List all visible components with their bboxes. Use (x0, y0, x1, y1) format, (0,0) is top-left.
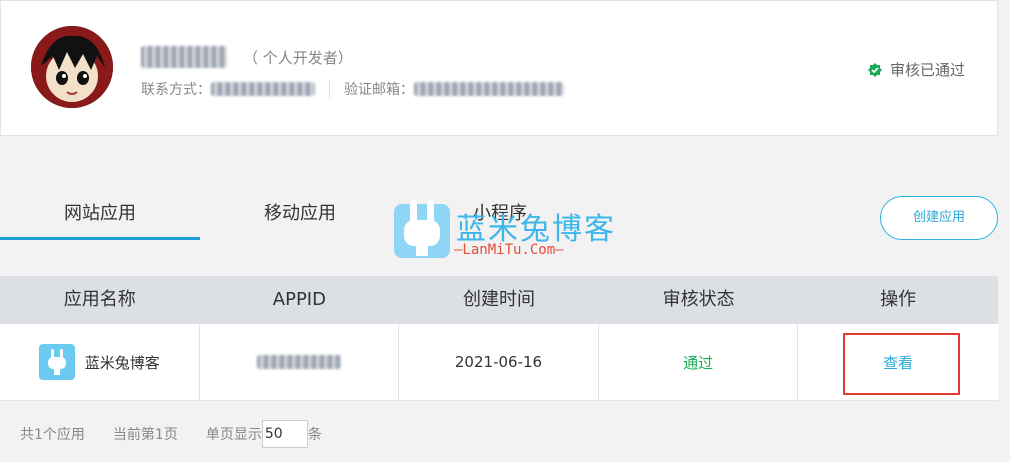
app-name: 蓝米兔博客 (84, 353, 160, 372)
page-size-label: 单页显示 (205, 427, 262, 443)
page-size-control: 单页显示 条 (206, 420, 322, 448)
developer-name-redacted (141, 46, 227, 68)
appid-redacted (256, 355, 341, 369)
developer-profile-card: （ 个人开发者） 联系方式： 验证邮箱： 审核已通过 (0, 0, 998, 136)
developer-type-label: （ 个人开发者） (243, 48, 353, 67)
email-value-redacted (414, 82, 564, 96)
status-text: 审核已通过 (889, 61, 965, 79)
app-logo-icon (38, 344, 75, 380)
table-header: 应用名称 APPID 创建时间 审核状态 操作 (0, 276, 998, 324)
total-count: 共1个应用 (20, 427, 85, 443)
cell-review-status: 通过 (599, 324, 799, 400)
header-created-time: 创建时间 (462, 289, 535, 310)
header-appid: APPID (272, 289, 326, 310)
email-label: 验证邮箱： (344, 82, 414, 98)
cell-app-name: 蓝米兔博客 (0, 324, 200, 400)
header-review-status: 审核状态 (662, 289, 735, 310)
current-page: 当前第1页 (112, 427, 178, 443)
page-size-input[interactable] (261, 420, 308, 448)
watermark-logo-icon (394, 200, 450, 258)
create-app-button[interactable]: 创建应用 (880, 196, 998, 240)
watermark-url: —LanMiTu.Com— (454, 242, 564, 258)
pagination-bar: 共1个应用 当前第1页 单页显示 条 (20, 420, 322, 448)
highlight-box (843, 333, 960, 395)
tab-mobile-apps[interactable]: 移动应用 (200, 188, 400, 240)
avatar (31, 26, 113, 108)
verification-status: 审核已通过 (867, 59, 965, 80)
check-circle-icon (867, 62, 882, 77)
cell-created-time: 2021-06-16 (399, 324, 599, 400)
tab-website-apps[interactable]: 网站应用 (0, 188, 200, 240)
header-app-name: 应用名称 (63, 289, 136, 310)
status-badge: 通过 (683, 353, 714, 372)
contact-label: 联系方式： (141, 82, 211, 98)
contact-value-redacted (211, 82, 315, 96)
header-actions: 操作 (880, 289, 917, 310)
watermark: 蓝米兔博客 —LanMiTu.Com— (394, 200, 624, 264)
divider (329, 79, 330, 99)
cell-appid (200, 324, 400, 400)
page-size-unit: 条 (307, 427, 322, 443)
created-date: 2021-06-16 (454, 353, 543, 371)
